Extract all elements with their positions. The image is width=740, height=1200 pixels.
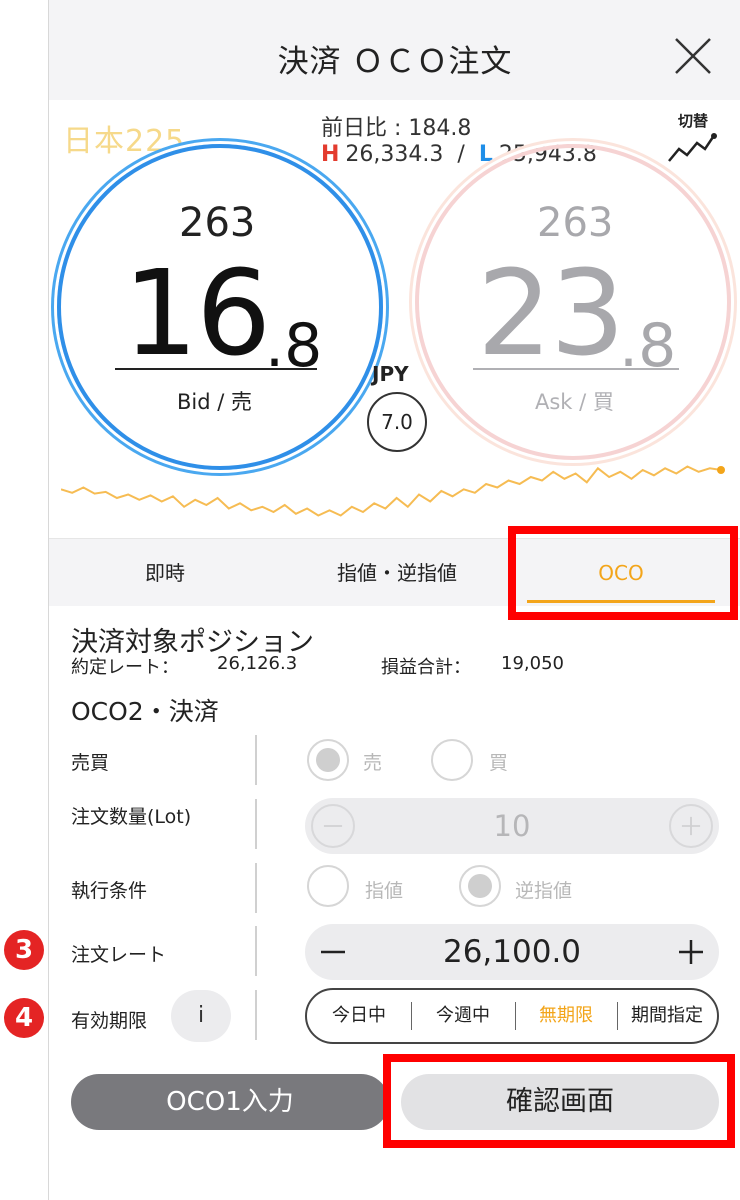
row-divider [255, 799, 257, 849]
bid-divider [115, 368, 317, 370]
expiry-specify-period[interactable]: 期間指定 [617, 990, 717, 1042]
expiry-label: 有効期限 [71, 1010, 148, 1032]
prev-day-value: 184.8 [408, 116, 472, 141]
order-panel: 決済 ＯＣＯ注文 日本225 前日比 : 184.8 H 26,334.3/L 25… [48, 0, 740, 1200]
row-divider [255, 735, 257, 785]
price-area: 263 16 .8 Bid / 売 263 23 .8 Ask / 買 JPY … [49, 144, 740, 538]
prev-day-label: 前日比 : [321, 116, 409, 141]
expiry-selector: 今日中 今週中 無期限 期間指定 [305, 988, 719, 1044]
hl-separator: / [457, 142, 465, 167]
pl-value: 19,050 [501, 653, 564, 674]
side-buy-radio[interactable] [431, 739, 473, 781]
low-letter: L [478, 142, 493, 167]
spread-currency: JPY [372, 362, 409, 386]
rate-value[interactable]: 26,100.0 [305, 924, 719, 980]
bid-price-small: .8 [265, 311, 323, 381]
tab-limit-stop[interactable]: 指値・逆指値 [281, 539, 513, 607]
exec-label: 執行条件 [71, 880, 148, 902]
header: 決済 ＯＣＯ注文 [49, 0, 740, 100]
row-divider [255, 863, 257, 913]
position-summary: 約定レート： 26,126.3 損益合計： 19,050 [71, 653, 564, 679]
rate-plus-button[interactable] [669, 930, 713, 974]
chart-switch-button[interactable]: 切替 [665, 110, 721, 172]
fill-rate-label: 約定レート： [71, 657, 179, 678]
bid-label: Bid / 売 [177, 390, 252, 414]
side-label: 売買 [71, 752, 110, 774]
high-value: 26,334.3 [345, 142, 444, 167]
bid-price-big: 16 [123, 244, 271, 382]
expiry-indefinite[interactable]: 無期限 [515, 990, 617, 1042]
exec-limit-radio[interactable] [307, 865, 349, 907]
qty-value[interactable]: 10 [305, 798, 719, 854]
section-title: OCO2・決済 [71, 697, 219, 726]
sparkline-last-point [717, 466, 725, 474]
oco1-input-button[interactable]: OCO1入力 [71, 1074, 389, 1130]
qty-label: 注文数量(Lot) [71, 806, 192, 828]
trend-chart-icon [668, 133, 717, 162]
highlight-oco-tab [508, 526, 738, 620]
ask-price-top: 263 [537, 200, 614, 246]
bid-price-top: 263 [179, 200, 256, 246]
sparkline-path [61, 465, 722, 517]
ask-label: Ask / 買 [535, 390, 614, 414]
exec-limit-label: 指値 [365, 880, 404, 902]
ask-divider [473, 368, 679, 370]
pl-label: 損益合計： [381, 657, 471, 678]
exec-stop-radio[interactable] [459, 865, 501, 907]
prev-day-change: 前日比 : 184.8 [321, 110, 471, 142]
qty-plus-button[interactable] [669, 804, 713, 848]
rate-stepper: 26,100.0 [305, 924, 719, 980]
qty-stepper: 10 [305, 798, 719, 854]
close-icon[interactable] [673, 36, 713, 76]
switch-label: 切替 [677, 112, 708, 130]
high-letter: H [321, 142, 340, 167]
expiry-today[interactable]: 今日中 [307, 990, 411, 1042]
side-sell-label: 売 [363, 752, 383, 774]
info-button[interactable]: i [171, 990, 231, 1042]
ask-price-big: 23 [477, 244, 625, 382]
tab-instant[interactable]: 即時 [49, 539, 281, 607]
spread-value: 7.0 [367, 392, 427, 452]
rate-label-text: 注文レート [71, 944, 167, 966]
row-divider [255, 990, 257, 1040]
fill-rate-value: 26,126.3 [217, 653, 298, 674]
row-divider [255, 926, 257, 976]
expiry-this-week[interactable]: 今週中 [411, 990, 515, 1042]
ask-price-small: .8 [619, 311, 677, 381]
exec-stop-label: 逆指値 [515, 880, 573, 902]
side-buy-label: 買 [489, 752, 509, 774]
page-title: 決済 ＯＣＯ注文 [277, 44, 513, 80]
highlight-confirm-button [383, 1054, 735, 1148]
side-sell-radio[interactable] [307, 739, 349, 781]
step-badge-4: 4 [4, 998, 44, 1038]
step-badge-3: 3 [4, 930, 44, 970]
rate-label: 注文レート [71, 940, 166, 967]
